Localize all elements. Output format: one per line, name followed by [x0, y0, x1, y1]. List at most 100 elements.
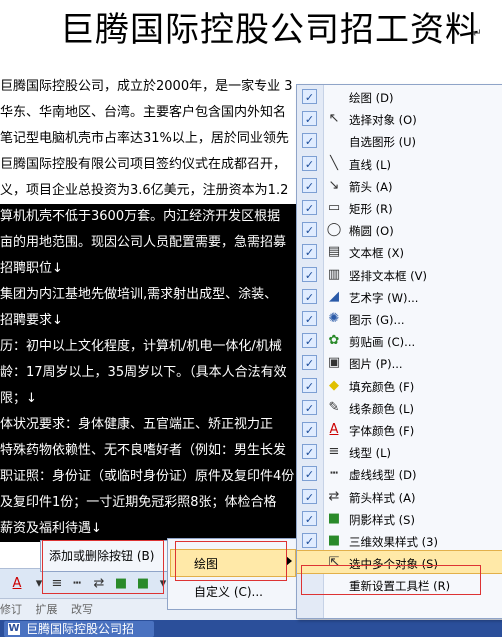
checkmark-icon: ✓	[302, 444, 317, 460]
menu-item-label: 自选图形 (U)	[349, 135, 417, 150]
page-title: 巨腾国际控股公司招工资料	[60, 10, 480, 50]
document-line: 华东、华南地区、台湾。主要客户包含国内外知名	[0, 105, 287, 120]
clipart-icon: ✿	[328, 333, 340, 349]
menu-item-label: 选择对象 (O)	[349, 113, 417, 128]
dash-style-icon: ┅	[330, 466, 338, 482]
highlight-box-select-multiple	[301, 565, 481, 595]
menu-item[interactable]: ✓ ■ 三维效果样式 (3)	[297, 529, 502, 551]
checkmark-icon: ✓	[302, 533, 317, 548]
document-line: 算机机壳不低于3600万套。内江经济开发区根据	[0, 204, 300, 230]
checkmark-icon: ✓	[302, 244, 317, 260]
checkmark-icon: ✓	[302, 288, 317, 304]
drawing-buttons-menu: ✓ 绘图 (D) ✓ ↖ 选择对象 (O) ✓ 自选图形 (U) ✓ ╲ 直线 (L) ✓ ↘ 箭头 (…	[296, 84, 502, 619]
menu-item[interactable]: ✓ ╲ 直线 (L)	[297, 152, 502, 174]
menu-item[interactable]: ✓ ▥ 竖排文本框 (V)	[297, 263, 502, 285]
line-icon: ╲	[330, 155, 338, 171]
checkmark-icon: ✓	[302, 488, 317, 504]
shadow-style-icon: ■	[327, 510, 341, 526]
menu-item[interactable]: ✓ ▤ 文本框 (X)	[297, 240, 502, 262]
menu-item-label: 矩形 (R)	[349, 202, 393, 216]
menu-item[interactable]: ✓ ↖ 选择对象 (O)	[297, 107, 502, 129]
checkmark-icon: ✓	[302, 200, 317, 215]
menu-item-label: 图片 (P)...	[349, 357, 403, 372]
arrow-style-icon: ⇄	[328, 488, 340, 504]
menu-item[interactable]: ✓ ▭ 矩形 (R)	[297, 196, 502, 218]
3d-style-icon: ■	[327, 533, 341, 548]
font-color-icon[interactable]: A	[8, 575, 26, 593]
checkmark-icon: ✓	[302, 510, 317, 526]
checkmark-icon: ✓	[302, 155, 317, 171]
document-page: 巨腾国际控股公司招工资料 ↵ 巨腾国际控股公司，成立於2000年，是一家专业 3…	[0, 0, 502, 637]
document-line: 巨腾国际控股公司，成立於2000年，是一家专业 3	[0, 79, 293, 94]
document-line: 龄：17周岁以上，35周岁以下。（具本人合法有效	[0, 360, 300, 386]
checkmark-icon: ✓	[302, 377, 317, 393]
menu-item[interactable]: ✓ 绘图 (D)	[297, 85, 502, 107]
taskbar-word-document-button[interactable]: W 巨腾国际控股公司招	[4, 621, 154, 637]
menu-item-label: 绘图 (D)	[349, 91, 394, 105]
document-line: 限；↓	[0, 386, 300, 412]
document-line: 招聘职位↓	[0, 256, 300, 282]
checkmark-icon: ✓	[302, 177, 317, 193]
menu-item[interactable]: ✓ ■ 阴影样式 (S)	[297, 507, 502, 529]
checkmark-icon: ✓	[302, 355, 317, 371]
menu-item[interactable]: ✓ ✺ 图示 (G)...	[297, 307, 502, 329]
document-line: 特殊药物依赖性、无不良嗜好者（例如：男生长发	[0, 438, 300, 464]
menu-item-label: 填充颜色 (F)	[349, 379, 415, 394]
blank-icon	[326, 133, 342, 149]
menu-item-label: 椭圆 (O)	[349, 224, 394, 239]
menu-item-label: 艺术字 (W)...	[349, 290, 419, 305]
checkmark-icon: ✓	[302, 311, 317, 326]
paragraph-mark: ↵	[472, 26, 483, 40]
status-extend[interactable]: 扩展	[36, 603, 58, 616]
menu-item-label: 箭头 (A)	[349, 179, 393, 194]
checkmark-icon: ✓	[302, 111, 317, 127]
menu-item[interactable]: ✓ ≡ 线型 (L)	[297, 440, 502, 462]
menu-item[interactable]: ✓ ◢ 艺术字 (W)...	[297, 285, 502, 307]
menu-item-label: 剪贴画 (C)...	[349, 335, 416, 350]
line-style-icon: ≡	[328, 444, 340, 460]
document-line: 及复印件1份；一寸近期免冠彩照8张；体检合格	[0, 490, 300, 516]
menu-item[interactable]: ✓ A 字体颜色 (F)	[297, 418, 502, 440]
menu-item[interactable]: ✓ ⇄ 箭头样式 (A)	[297, 485, 502, 507]
document-line: 巨腾国际控股有限公司项目签约仪式在成都召开，	[0, 157, 287, 172]
menu-item[interactable]: ✓ ▣ 图片 (P)...	[297, 351, 502, 373]
status-track-changes[interactable]: 修订	[0, 603, 22, 616]
menu-item-label: 三维效果样式 (3)	[349, 535, 438, 549]
menu-item-label: 图示 (G)...	[349, 313, 405, 327]
fill-color-icon: ◆	[329, 377, 339, 393]
menu-item[interactable]: ✓ 自选图形 (U)	[297, 129, 502, 151]
checkmark-icon: ✓	[302, 89, 317, 104]
status-overwrite[interactable]: 改写	[71, 603, 93, 616]
menu-item[interactable]: ✓ ✿ 剪贴画 (C)...	[297, 329, 502, 351]
rectangle-icon: ▭	[327, 200, 341, 215]
checkmark-icon: ✓	[302, 266, 317, 282]
picture-icon: ▣	[327, 355, 341, 371]
menu-item[interactable]: ✓ ↘ 箭头 (A)	[297, 174, 502, 196]
menu-item[interactable]: ✓ ◯ 椭圆 (O)	[297, 218, 502, 240]
highlight-box-add-remove	[42, 540, 164, 594]
document-line: 亩的用地范围。现因公司人员配置需要，急需招募	[0, 230, 300, 256]
menu-item-label: 文本框 (X)	[349, 246, 405, 261]
menu-item[interactable]: ✓ ✎ 线条颜色 (L)	[297, 396, 502, 418]
blank-icon	[326, 89, 342, 105]
checkmark-icon: ✓	[302, 222, 317, 238]
vertical-textbox-icon: ▥	[327, 266, 341, 282]
menu-item[interactable]: ✓ ◆ 填充颜色 (F)	[297, 374, 502, 396]
wordart-icon: ◢	[329, 288, 339, 304]
checkmark-icon: ✓	[302, 466, 317, 482]
menu-item-label: 线型 (L)	[349, 446, 392, 461]
taskbar: W 巨腾国际控股公司招	[0, 620, 502, 637]
document-line: 笔记型电脑机壳市占率达31%以上，居於同业领先	[0, 131, 289, 146]
ellipse-icon: ◯	[326, 222, 342, 238]
menu-item-label: 线条颜色 (L)	[349, 401, 415, 416]
document-line: 集团为内江基地先做培训,需求射出成型、涂装、	[0, 282, 300, 308]
textbox-icon: ▤	[327, 244, 341, 260]
customize-item[interactable]: 自定义 (C)...	[194, 583, 263, 600]
menu-item-label: 竖排文本框 (V)	[349, 268, 427, 283]
checkmark-icon: ✓	[302, 133, 317, 149]
pointer-icon: ↖	[328, 111, 340, 127]
line-color-icon: ✎	[328, 399, 340, 415]
document-line: 历：初中以上文化程度，计算机/机电一体化/机械	[0, 334, 300, 360]
menu-item[interactable]: ✓ ┅ 虚线线型 (D)	[297, 462, 502, 484]
menu-item-label: 字体颜色 (F)	[349, 424, 415, 438]
